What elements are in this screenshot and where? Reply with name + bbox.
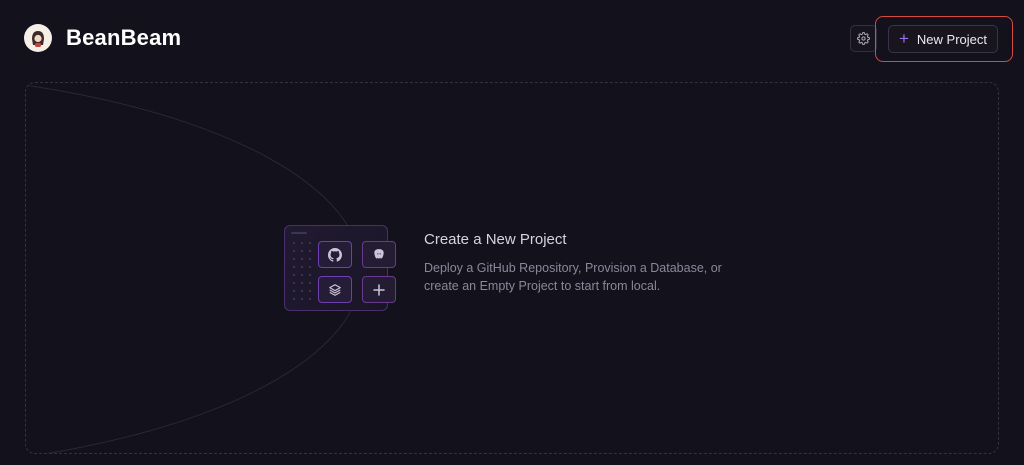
tile-github (318, 241, 352, 268)
new-project-button[interactable]: + New Project (888, 25, 998, 53)
dot-grid (290, 239, 316, 305)
plus-icon (373, 283, 385, 296)
gear-icon (857, 32, 870, 45)
project-illustration (282, 223, 402, 315)
empty-state-title: Create a New Project (424, 231, 567, 248)
tile-add (362, 276, 396, 303)
tile-empty-project (318, 276, 352, 303)
app-name: BeanBeam (66, 25, 182, 50)
empty-state-description: Deploy a GitHub Repository, Provision a … (424, 261, 722, 293)
avatar-logo-icon (24, 24, 52, 52)
github-icon (328, 247, 342, 262)
brand[interactable]: BeanBeam (24, 24, 181, 52)
new-project-label: New Project (916, 31, 987, 47)
app-window: BeanBeam + New Project Create a New Proj… (0, 0, 1024, 465)
empty-projects-panel[interactable]: Create a New Project Deploy a GitHub Rep… (25, 82, 999, 454)
plus-icon: + (898, 29, 909, 48)
postgres-icon (374, 248, 384, 258)
top-header: BeanBeam + New Project (0, 0, 1024, 78)
layers-icon (329, 283, 341, 296)
tile-database (362, 241, 396, 268)
settings-button[interactable] (850, 25, 877, 52)
